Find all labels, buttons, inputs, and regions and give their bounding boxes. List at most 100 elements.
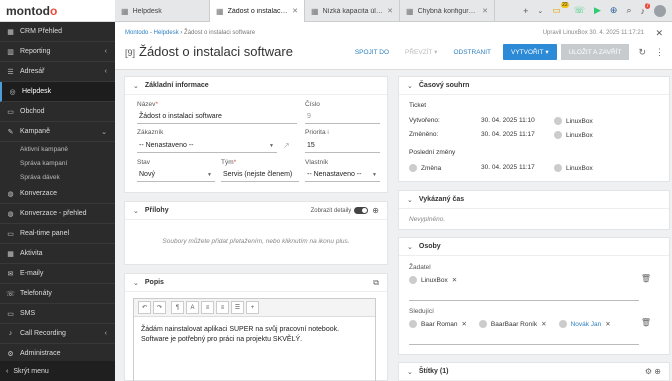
sidebar-item-sms[interactable]: ▭ SMS xyxy=(0,304,115,324)
take-over-button[interactable]: PŘEVZÍT ▾ xyxy=(397,48,445,56)
user-name: Baar Roman xyxy=(421,320,458,328)
card-header[interactable]: ⌄ Časový souhrn xyxy=(399,77,669,95)
collapse-icon: ‹ xyxy=(6,367,9,375)
tab-ticket-storage[interactable]: ▦Nízká kapacita úloži...✕ xyxy=(305,0,400,22)
followers-field[interactable]: Baar Roman ✕ BaarBaar Roník ✕ Novák Jan ✕ xyxy=(409,317,639,345)
close-icon[interactable]: ✕ xyxy=(655,28,663,39)
sidebar-subitem[interactable]: Správa kampaní xyxy=(0,156,115,170)
search-icon[interactable]: ⌕ xyxy=(626,5,631,16)
add-tab-icon[interactable]: + xyxy=(523,6,528,16)
customer-select[interactable]: -- Nenastaveno -- ▼ xyxy=(137,139,277,153)
editor-body[interactable]: Žádám nainstalovat aplikaci SUPER na svů… xyxy=(134,317,375,353)
paragraph-icon[interactable]: ¶ xyxy=(171,301,184,314)
add-attachment-icon[interactable]: ⊕ xyxy=(372,206,379,215)
sidebar-item-real-time-panel[interactable]: ▭ Real-time panel xyxy=(0,224,115,244)
sidebar-item-label: Administrace xyxy=(20,350,61,357)
changed-value: 30. 04. 2025 11:17 xyxy=(481,131,535,138)
sidebar-item-konverzace-p-ehled[interactable]: ◍ Konverzace - přehled xyxy=(0,204,115,224)
save-close-button[interactable]: ULOŽIT A ZAVŘÍT xyxy=(560,44,630,60)
name-field[interactable]: Žádost o instalaci software xyxy=(137,110,297,124)
close-tab-icon[interactable]: ✕ xyxy=(387,7,393,15)
sidebar-item-telefon-ty[interactable]: ☏ Telefonáty xyxy=(0,284,115,304)
remove-icon[interactable]: ✕ xyxy=(541,320,546,328)
last-updated: Upravil LinuxBox 30. 4. 2025 11:17:21 xyxy=(542,30,644,36)
hide-menu-button[interactable]: ‹ Skrýt menu xyxy=(0,361,115,381)
trash-icon[interactable]: 🗑 xyxy=(641,318,651,327)
sidebar-subitem[interactable]: Správa dávek xyxy=(0,170,115,184)
activity-icon: ▦ xyxy=(7,250,14,258)
redo-icon[interactable]: ↷ xyxy=(153,301,166,314)
close-tab-icon[interactable]: ✕ xyxy=(482,7,488,15)
call-icon[interactable]: ☏ xyxy=(574,5,585,16)
merge-button[interactable]: SPOJIT DO xyxy=(347,49,397,56)
play-icon[interactable]: ▶ xyxy=(594,5,601,16)
sidebar-item-helpdesk[interactable]: ◎ Helpdesk xyxy=(0,82,115,102)
external-link-icon[interactable]: ↗ xyxy=(283,141,290,150)
sidebar-item-label: Kampaně xyxy=(20,128,50,135)
undo-icon[interactable]: ↶ xyxy=(138,301,151,314)
remove-icon[interactable]: ✕ xyxy=(605,320,610,328)
requester-field[interactable]: LinuxBox ✕ xyxy=(409,273,639,301)
caret-down-icon: ▼ xyxy=(207,172,212,178)
delete-button[interactable]: ODSTRANIT xyxy=(445,49,499,56)
align-left-icon[interactable]: ≡ xyxy=(201,301,214,314)
toggle-switch[interactable] xyxy=(354,207,369,214)
font-size-icon[interactable]: A xyxy=(186,301,199,314)
sidebar-item-kampan-[interactable]: ✎ Kampaně ⌄ xyxy=(0,122,115,142)
sidebar-item-e-maily[interactable]: ✉ E-maily xyxy=(0,264,115,284)
create-button[interactable]: VYTVOŘIT ▾ xyxy=(503,44,557,60)
card-header[interactable]: ⌄ Osoby xyxy=(399,238,669,256)
breadcrumb-link[interactable]: Montodo - Helpdesk xyxy=(125,30,179,36)
grid-icon: ▦ xyxy=(406,6,414,16)
name-label: Název* xyxy=(137,101,158,108)
close-tab-icon[interactable]: ✕ xyxy=(292,7,298,15)
owner-select[interactable]: -- Nenastaveno -- ▼ xyxy=(305,168,380,182)
tab-ticket-install[interactable]: ▦ Žádost o instalaci ... ✕ xyxy=(210,0,305,22)
card-header[interactable]: ⌄ Základní informace xyxy=(125,77,387,95)
more-icon[interactable]: ⋮ xyxy=(655,47,664,58)
list-icon[interactable]: ☰ xyxy=(231,301,244,314)
sidebar-item-call-recording[interactable]: ♪ Call Recording ‹ xyxy=(0,324,115,344)
remove-icon[interactable]: ✕ xyxy=(452,276,457,284)
status-dot-icon xyxy=(409,164,417,172)
tab-label: Nízká kapacita úloži... xyxy=(322,7,384,15)
main-nav: ▦ CRM Přehled ▥ Reporting ‹ ☰ Adresář ‹ ◎ Helpdes… xyxy=(0,22,115,142)
card-header[interactable]: ⌄ Vykázaný čas xyxy=(399,191,669,209)
trash-icon[interactable]: 🗑 xyxy=(641,274,651,283)
tab-helpdesk[interactable]: ▦ Helpdesk xyxy=(115,0,210,22)
sidebar-item-aktivita[interactable]: ▦ Aktivita xyxy=(0,244,115,264)
chevron-down-icon: ⌄ xyxy=(407,82,413,90)
description-editor[interactable]: ↶ ↷ ¶ A ≡ ≡ ☰ + Žádám nainstalovat aplik… xyxy=(133,298,376,381)
team-select[interactable]: Servis (nejste členem) xyxy=(221,168,299,182)
card-header[interactable]: ⌄ Popis ⧉ xyxy=(125,274,387,292)
sidebar-item-reporting[interactable]: ▥ Reporting ‹ xyxy=(0,42,115,62)
take-over-label: PŘEVZÍT xyxy=(405,49,433,56)
bell-icon[interactable]: ♪ 7 xyxy=(641,2,650,16)
insert-icon[interactable]: + xyxy=(246,301,259,314)
hide-menu-label: Skrýt menu xyxy=(13,367,49,375)
sidebar-item-obchod[interactable]: ▭ Obchod xyxy=(0,102,115,122)
sidebar-item-adres-[interactable]: ☰ Adresář ‹ xyxy=(0,62,115,82)
sidebar-subitem[interactable]: Aktivní kampaně xyxy=(0,142,115,156)
align-center-icon[interactable]: ≡ xyxy=(216,301,229,314)
status-select[interactable]: Nový ▼ xyxy=(137,168,215,182)
sidebar-item-konverzace[interactable]: ◍ Konverzace xyxy=(0,184,115,204)
add-circle-icon[interactable]: ⊕ xyxy=(610,5,618,16)
deal-icon: ▭ xyxy=(7,108,14,116)
logo[interactable]: montod o xyxy=(0,0,115,22)
refresh-icon[interactable]: ↻ xyxy=(638,47,646,58)
sidebar-item-crm-p-ehled[interactable]: ▦ CRM Přehled xyxy=(0,22,115,42)
priority-field[interactable]: 15 xyxy=(305,139,380,153)
add-tag-icon[interactable]: ⊕ xyxy=(654,367,661,376)
tab-ticket-config[interactable]: ▦Chybná konfigurace...✕ xyxy=(400,0,495,22)
card-header[interactable]: ⌄ Štítky (1) ⚙ ⊕ xyxy=(399,363,669,381)
gear-icon[interactable]: ⚙ xyxy=(645,367,652,376)
card-header[interactable]: ⌄ Přílohy Zobrazit detaily ⊕ xyxy=(125,202,387,220)
chat-notification-icon[interactable]: ▭ 22 xyxy=(552,2,569,16)
chevron-down-icon[interactable]: ⌄ xyxy=(537,7,543,15)
tags-card: ⌄ Štítky (1) ⚙ ⊕ xyxy=(398,362,670,381)
expand-icon[interactable]: ⧉ xyxy=(373,278,379,288)
avatar[interactable] xyxy=(654,4,666,17)
remove-icon[interactable]: ✕ xyxy=(462,320,467,328)
details-toggle[interactable]: Zobrazit detaily ⊕ xyxy=(311,206,379,215)
